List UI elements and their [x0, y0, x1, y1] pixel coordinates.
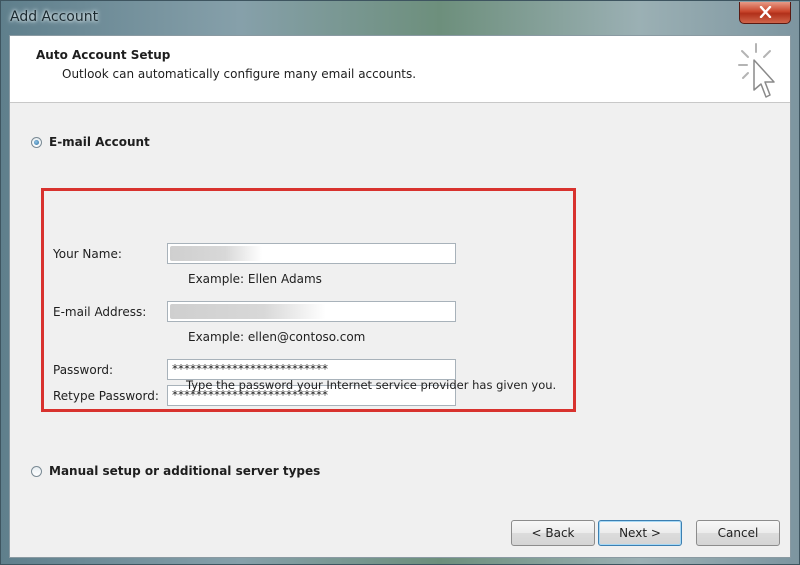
email-address-label: E-mail Address: [53, 305, 147, 319]
email-address-input[interactable] [167, 301, 456, 322]
window-title: Add Account [10, 9, 99, 25]
password-input[interactable]: ************************** [167, 359, 456, 380]
page-title: Auto Account Setup [36, 48, 171, 62]
add-account-window: Add Account Auto Account Setup Outlook c… [0, 0, 800, 565]
manual-setup-label[interactable]: Manual setup or additional server types [49, 464, 320, 478]
cancel-button[interactable]: Cancel [696, 520, 780, 546]
close-button[interactable] [739, 2, 791, 24]
email-address-hint: Example: ellen@contoso.com [188, 330, 366, 344]
wizard-header: Auto Account Setup Outlook can automatic… [10, 36, 790, 103]
retype-password-label: Retype Password: [53, 389, 159, 403]
page-subtitle: Outlook can automatically configure many… [62, 67, 417, 81]
email-account-radio[interactable] [31, 137, 42, 148]
redacted-name [170, 246, 262, 261]
password-hint: Type the password your Internet service … [186, 378, 557, 392]
your-name-label: Your Name: [53, 247, 122, 261]
password-label: Password: [53, 363, 114, 377]
next-button[interactable]: Next > [598, 520, 682, 546]
sparkle-cursor-icon [738, 43, 775, 98]
dialog-body: Auto Account Setup Outlook can automatic… [9, 35, 791, 558]
back-button[interactable]: < Back [511, 520, 595, 546]
close-icon [759, 6, 772, 18]
your-name-hint: Example: Ellen Adams [188, 272, 322, 286]
email-account-label[interactable]: E-mail Account [49, 135, 150, 149]
title-bar[interactable]: Add Account [1, 1, 799, 35]
your-name-input[interactable] [167, 243, 456, 264]
manual-setup-radio[interactable] [31, 466, 42, 477]
redacted-email [170, 304, 326, 319]
